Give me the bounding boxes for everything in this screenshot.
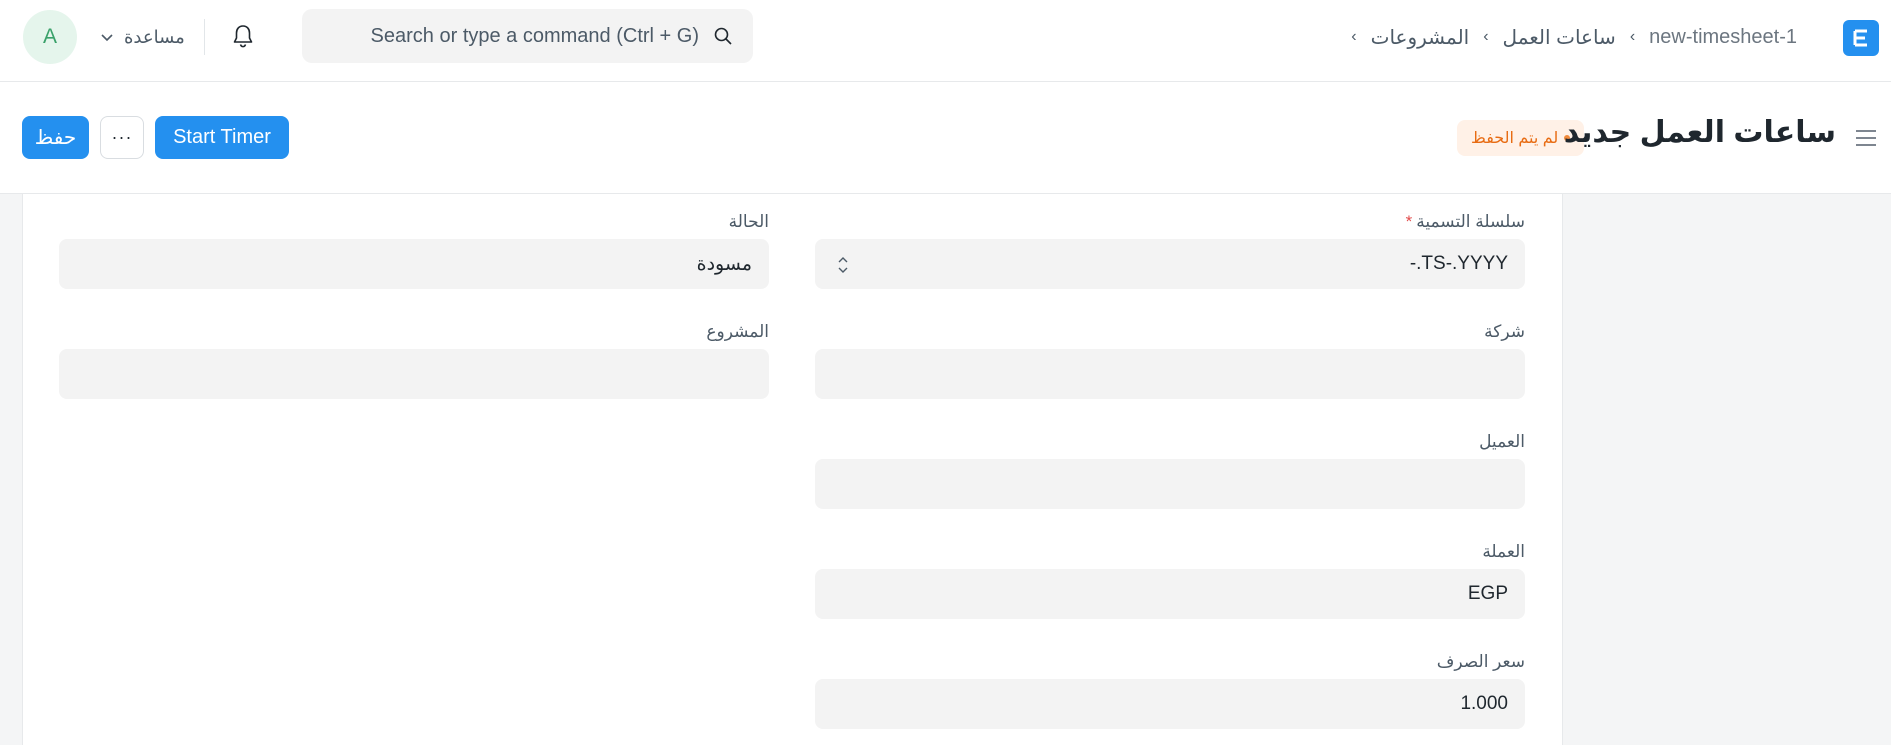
status-label: الحالة <box>728 212 769 231</box>
naming-series-value: -.TS-.YYYY <box>1409 253 1508 274</box>
company-field: شركة <box>815 322 1525 402</box>
naming-series-select[interactable]: -.TS-.YYYY <box>815 239 1525 289</box>
exchange-rate-field: سعر الصرف 1.000 <box>815 652 1525 732</box>
notifications-button[interactable] <box>228 20 258 52</box>
save-button[interactable]: حفظ <box>22 116 89 159</box>
help-dropdown[interactable]: مساعدة <box>100 22 185 52</box>
customer-label: العميل <box>1479 432 1525 451</box>
status-badge-label: لم يتم الحفظ <box>1471 130 1559 147</box>
naming-series-label: سلسلة التسمية* <box>1405 212 1525 231</box>
form-card: سلسلة التسمية* -.TS-.YYYY شركة العميل ال… <box>22 194 1563 745</box>
top-navbar: A مساعدة Search or type a command (Ctrl … <box>0 0 1891 82</box>
project-field: المشروع <box>59 322 769 402</box>
start-timer-button[interactable]: Start Timer <box>155 116 289 159</box>
project-label: المشروع <box>706 322 769 341</box>
erpnext-logo-icon <box>1853 29 1867 47</box>
naming-series-field: سلسلة التسمية* -.TS-.YYYY <box>815 212 1525 292</box>
exchange-rate-label: سعر الصرف <box>1436 652 1525 671</box>
breadcrumb-separator: › <box>1351 28 1357 45</box>
breadcrumb-item-projects[interactable]: المشروعات <box>1371 25 1470 50</box>
customer-field: العميل <box>815 432 1525 512</box>
sidebar-toggle-icon[interactable] <box>1854 128 1878 148</box>
breadcrumb-item-timesheet[interactable]: ساعات العمل <box>1503 25 1616 50</box>
exchange-rate-value: 1.000 <box>1460 693 1508 714</box>
breadcrumb-item-current: new-timesheet-1 <box>1649 25 1797 48</box>
chevron-down-icon <box>101 34 113 42</box>
required-mark: * <box>1405 212 1413 231</box>
search-icon <box>714 27 732 45</box>
currency-input[interactable]: EGP <box>815 569 1525 619</box>
select-arrows-icon <box>838 257 848 273</box>
app-logo[interactable] <box>1843 20 1879 56</box>
company-input[interactable] <box>815 349 1525 399</box>
status-display: مسودة <box>59 239 769 289</box>
page-header: حفظ ··· Start Timer لم يتم الحفظ ساعات ا… <box>0 82 1891 194</box>
currency-value: EGP <box>1467 583 1508 604</box>
breadcrumb: › المشروعات › ساعات العمل › new-timeshee… <box>1351 22 1797 52</box>
customer-input[interactable] <box>815 459 1525 509</box>
user-avatar[interactable]: A <box>23 10 77 64</box>
more-actions-button[interactable]: ··· <box>100 116 144 159</box>
page-title: ساعات العمل جديد <box>1563 116 1836 149</box>
currency-field: العملة EGP <box>815 542 1525 622</box>
search-bar[interactable]: Search or type a command (Ctrl + G) <box>302 9 753 63</box>
help-label: مساعدة <box>124 26 185 47</box>
breadcrumb-separator: › <box>1483 28 1489 45</box>
status-field: الحالة مسودة <box>59 212 769 292</box>
search-placeholder: Search or type a command (Ctrl + G) <box>370 24 699 47</box>
breadcrumb-separator: › <box>1629 28 1636 45</box>
avatar-initial: A <box>42 25 57 48</box>
project-input[interactable] <box>59 349 769 399</box>
status-value: مسودة <box>696 253 752 275</box>
exchange-rate-input[interactable]: 1.000 <box>815 679 1525 729</box>
currency-label: العملة <box>1482 542 1525 561</box>
navbar-divider <box>204 19 205 55</box>
bell-icon <box>233 25 253 48</box>
company-label: شركة <box>1484 322 1525 341</box>
